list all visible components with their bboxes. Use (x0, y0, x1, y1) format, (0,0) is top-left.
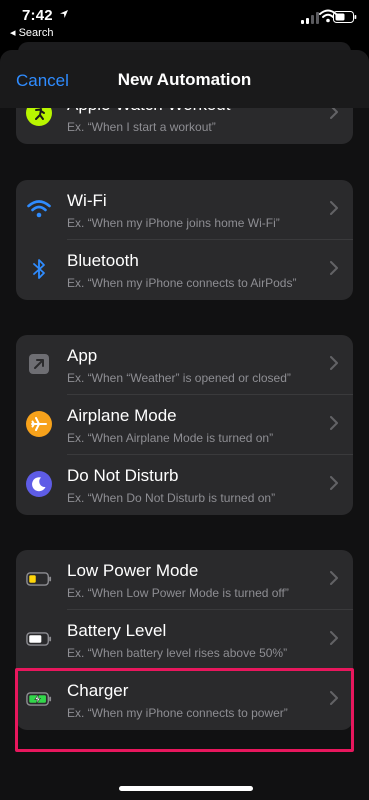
row-subtitle: Ex. “When my iPhone joins home Wi-Fi” (67, 216, 280, 230)
status-time: 7:42 (22, 7, 53, 24)
chevron-right-icon (330, 201, 338, 215)
low-power-icon (26, 566, 52, 592)
battery-level-icon (26, 626, 52, 652)
page-title: New Automation (117, 70, 252, 89)
chevron-right-icon (330, 356, 338, 370)
row-subtitle: Ex. “When my iPhone connects to AirPods” (67, 276, 297, 290)
bluetooth-icon (26, 256, 52, 282)
row-title: Do Not Disturb (67, 466, 179, 485)
row-wifi[interactable]: Wi-Fi Ex. “When my iPhone joins home Wi-… (16, 180, 353, 240)
row-subtitle: Ex. “When “Weather” is opened or closed” (67, 371, 291, 385)
navigation-bar: Cancel New Automation (0, 50, 369, 108)
row-low-power-mode[interactable]: Low Power Mode Ex. “When Low Power Mode … (16, 550, 353, 610)
chevron-right-icon (330, 631, 338, 645)
row-title: Low Power Mode (67, 561, 199, 580)
automation-sheet: Cancel New Automation Apple Watch Workou… (0, 50, 369, 800)
row-battery-level[interactable]: Battery Level Ex. “When battery level ri… (16, 610, 353, 670)
row-bluetooth[interactable]: Bluetooth Ex. “When my iPhone connects t… (16, 240, 353, 300)
row-title: Battery Level (67, 621, 167, 640)
chevron-right-icon (330, 261, 338, 275)
row-subtitle: Ex. “When Low Power Mode is turned off” (67, 586, 289, 600)
row-app[interactable]: App Ex. “When “Weather” is opened or clo… (16, 335, 353, 395)
battery-status-icon (333, 11, 357, 23)
home-indicator[interactable] (119, 786, 253, 791)
location-arrow-icon (60, 10, 68, 18)
chevron-right-icon (330, 476, 338, 490)
app-icon (26, 351, 52, 377)
row-subtitle: Ex. “When I start a workout” (67, 120, 216, 134)
airplane-icon (26, 411, 52, 437)
back-to-search-link[interactable]: ◂ Search (10, 26, 53, 39)
row-subtitle: Ex. “When Do Not Disturb is turned on” (67, 491, 276, 505)
cellular-signal-icon (301, 12, 319, 24)
trigger-group-connectivity: Wi-Fi Ex. “When my iPhone joins home Wi-… (16, 180, 353, 300)
chevron-right-icon (330, 571, 338, 585)
row-subtitle: Ex. “When battery level rises above 50%” (67, 646, 288, 660)
row-subtitle: Ex. “When Airplane Mode is turned on” (67, 431, 274, 445)
wifi-icon (26, 196, 52, 222)
row-airplane-mode[interactable]: Airplane Mode Ex. “When Airplane Mode is… (16, 395, 353, 455)
row-title: Airplane Mode (67, 406, 177, 425)
row-title: Wi-Fi (67, 191, 107, 210)
row-do-not-disturb[interactable]: Do Not Disturb Ex. “When Do Not Disturb … (16, 455, 353, 515)
row-title: App (67, 346, 98, 365)
charger-highlight-box (15, 668, 354, 752)
status-bar: 7:42 ◂ Search (0, 0, 369, 44)
moon-icon (26, 471, 52, 497)
row-title: Bluetooth (67, 251, 139, 270)
chevron-right-icon (330, 416, 338, 430)
trigger-group-modes: App Ex. “When “Weather” is opened or clo… (16, 335, 353, 515)
